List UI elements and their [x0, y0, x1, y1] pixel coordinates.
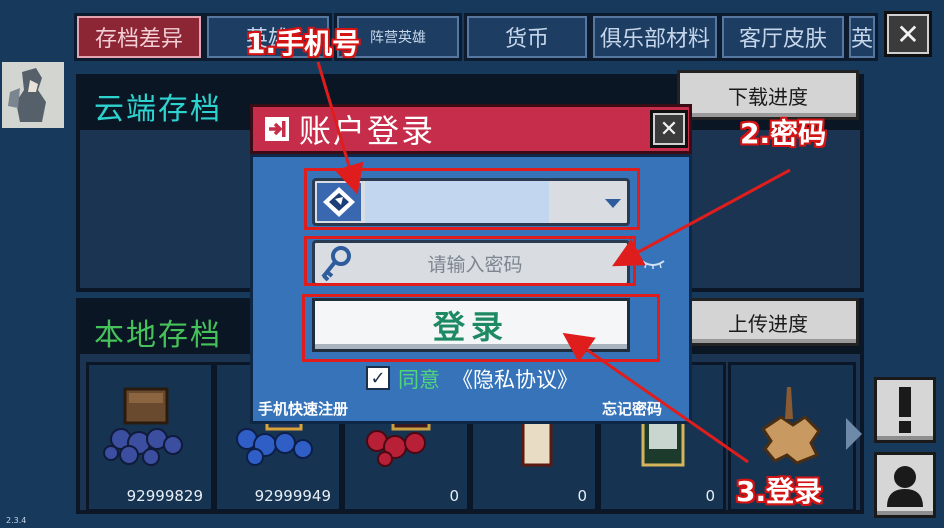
annotation-step2: 2.密码 [740, 117, 827, 150]
annotation-step3: 3.登录 [736, 475, 823, 508]
annotation-step1: 1.手机号 [246, 27, 361, 60]
annotation-arrows [316, 61, 791, 464]
